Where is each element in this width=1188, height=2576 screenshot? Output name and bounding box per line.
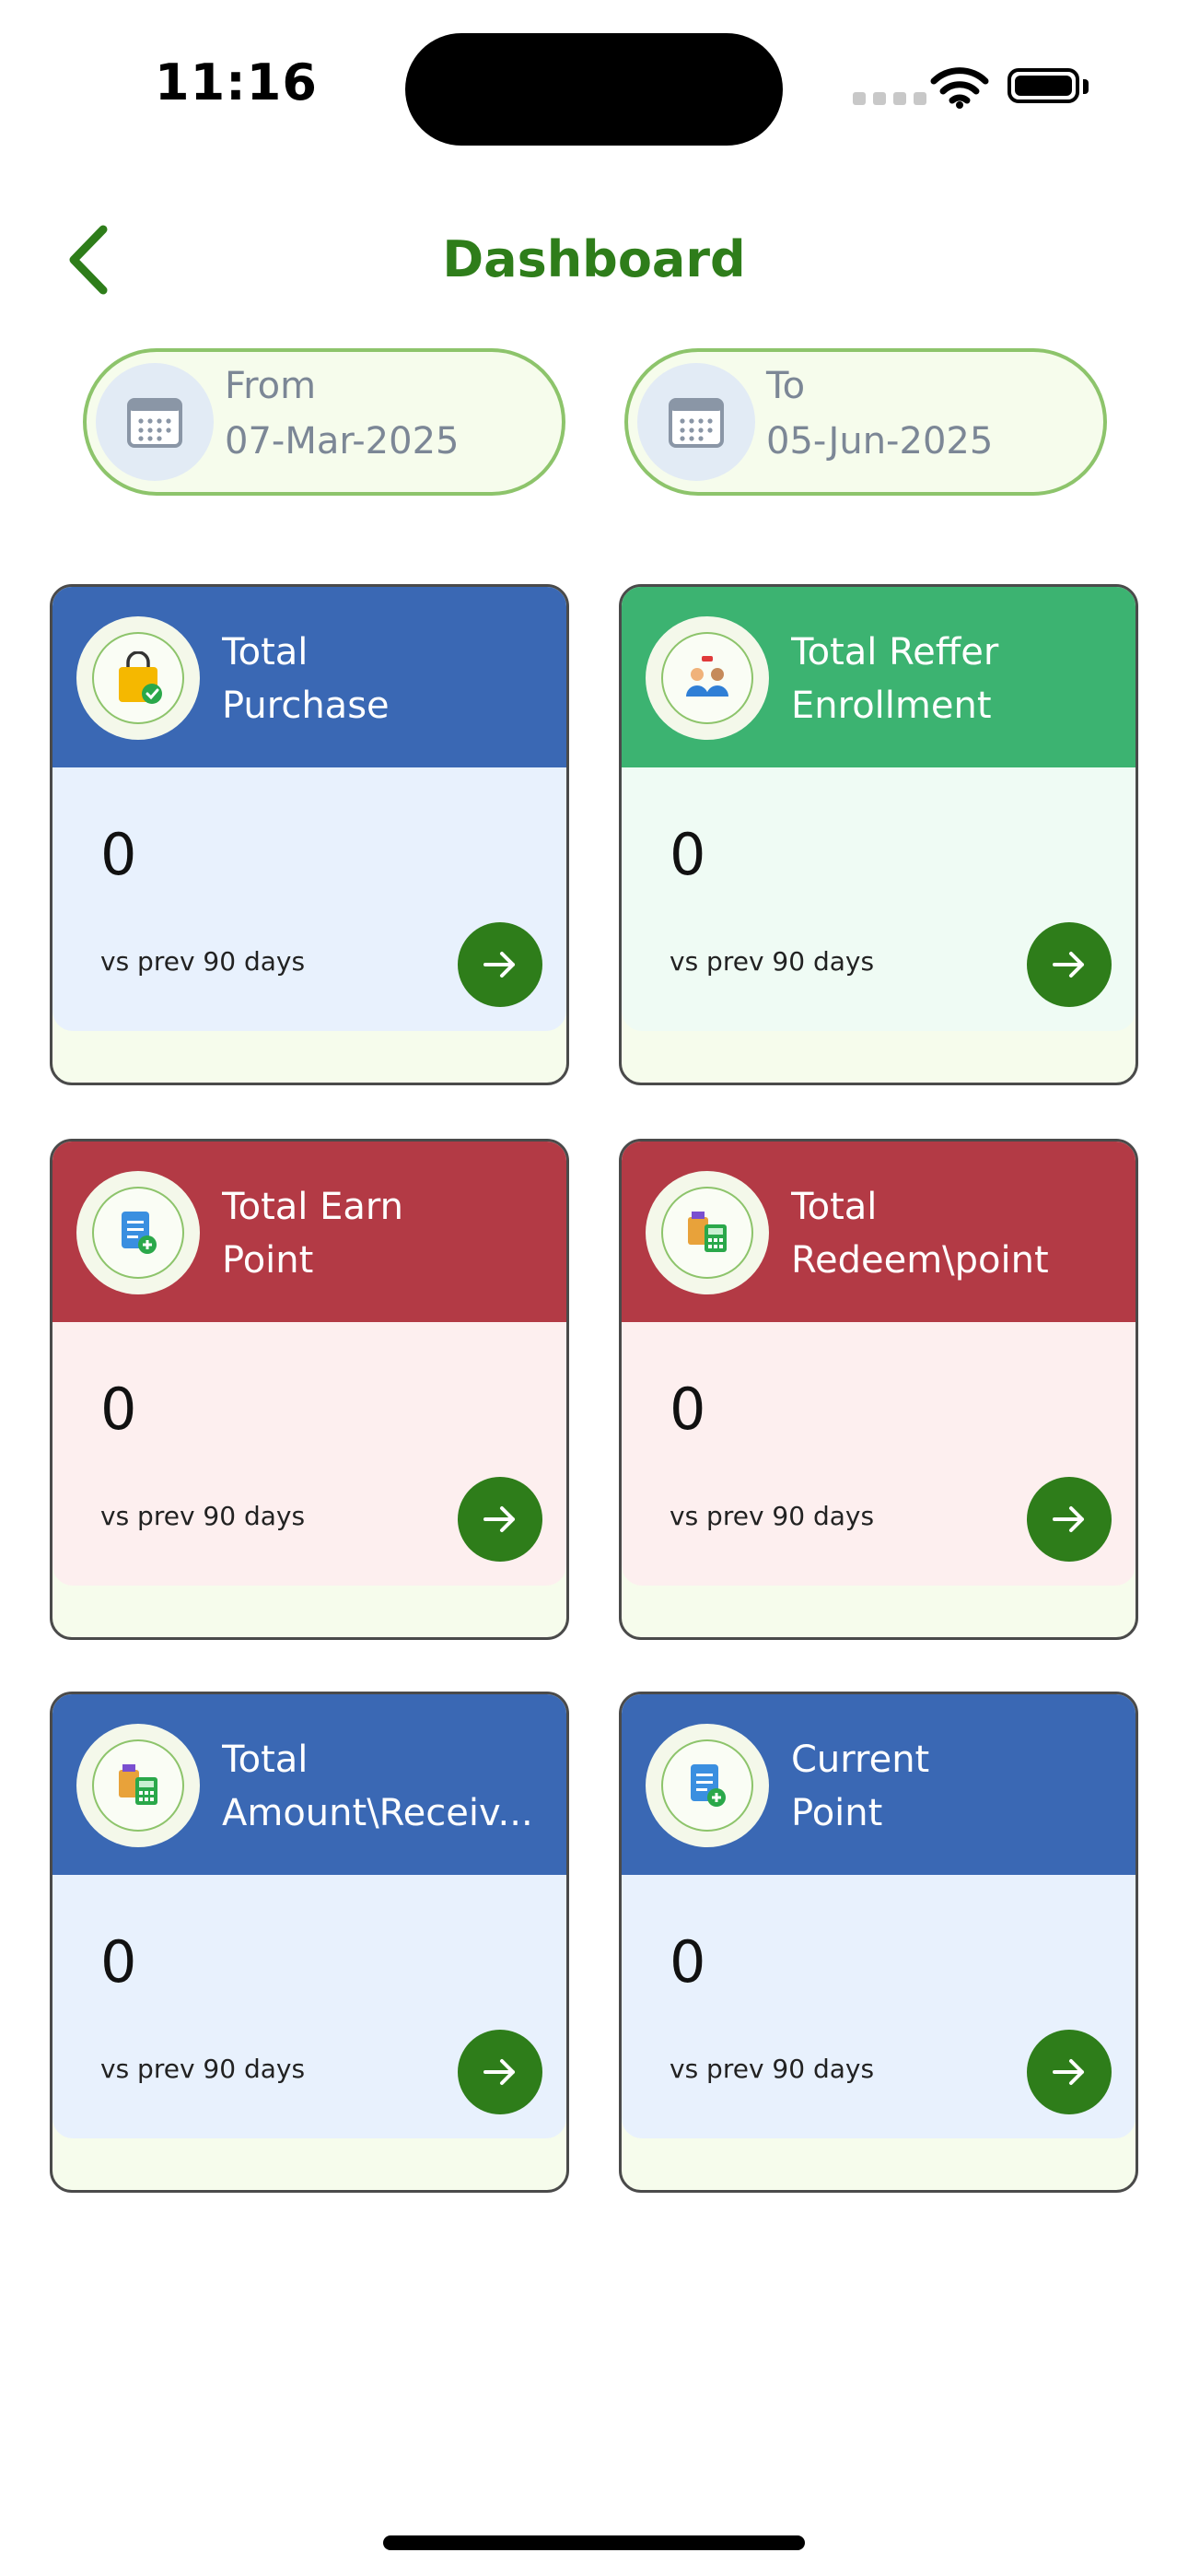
card-total-amount-received[interactable]: Total Amount\Receiv... 0 vs prev 90 days bbox=[50, 1692, 569, 2193]
from-date-picker[interactable]: From 07-Mar-2025 bbox=[83, 348, 565, 496]
to-date-label: To bbox=[766, 365, 806, 407]
card-title: Current Point bbox=[791, 1739, 930, 1834]
amount-calculator-icon bbox=[119, 1764, 157, 1805]
status-time: 11:16 bbox=[155, 53, 318, 111]
card-total-earn-point[interactable]: Total Earn Point 0 vs prev 90 days bbox=[50, 1139, 569, 1640]
card-title: Total Reffer Enrollment bbox=[791, 631, 999, 727]
cellular-signal-icon bbox=[853, 92, 926, 105]
card-title: Total Amount\Receiv... bbox=[222, 1739, 533, 1834]
card-title: Total Purchase bbox=[222, 631, 390, 727]
card-icon-badge bbox=[646, 1724, 769, 1847]
card-subtitle: vs prev 90 days bbox=[100, 2054, 306, 2084]
card-total-purchase[interactable]: Total Purchase 0 vs prev 90 days bbox=[50, 584, 569, 1085]
card-subtitle: vs prev 90 days bbox=[670, 946, 875, 977]
card-body: 0 vs prev 90 days bbox=[622, 1875, 1136, 2138]
card-total-redeem-point[interactable]: Total Redeem\point 0 vs prev 90 days bbox=[619, 1139, 1138, 1640]
battery-tip bbox=[1083, 79, 1089, 94]
card-title: Total Redeem\point bbox=[791, 1186, 1049, 1282]
card-icon-badge bbox=[76, 1171, 200, 1294]
arrow-right-icon bbox=[1053, 952, 1084, 978]
card-open-button[interactable] bbox=[1027, 1477, 1112, 1562]
card-body: 0 vs prev 90 days bbox=[52, 1875, 566, 2138]
card-subtitle: vs prev 90 days bbox=[670, 2054, 875, 2084]
card-value: 0 bbox=[100, 1928, 137, 1996]
card-body: 0 vs prev 90 days bbox=[622, 1322, 1136, 1586]
card-subtitle: vs prev 90 days bbox=[100, 946, 306, 977]
card-open-button[interactable] bbox=[458, 1477, 542, 1562]
home-indicator bbox=[383, 2535, 805, 2550]
arrow-right-icon bbox=[1053, 1506, 1084, 1532]
calendar-icon bbox=[637, 363, 755, 481]
card-subtitle: vs prev 90 days bbox=[670, 1501, 875, 1531]
card-header: Total Redeem\point bbox=[622, 1142, 1136, 1322]
card-open-button[interactable] bbox=[458, 2030, 542, 2114]
card-icon-badge bbox=[646, 616, 769, 740]
card-header: Current Point bbox=[622, 1694, 1136, 1875]
battery-icon bbox=[1007, 68, 1079, 103]
card-value: 0 bbox=[670, 1376, 706, 1443]
card-header: Total Purchase bbox=[52, 587, 566, 767]
card-icon-badge bbox=[76, 1724, 200, 1847]
arrow-right-icon bbox=[483, 1506, 515, 1532]
arrow-right-icon bbox=[1053, 2059, 1084, 2085]
card-value: 0 bbox=[670, 1928, 706, 1996]
calendar-icon bbox=[96, 363, 214, 481]
card-open-button[interactable] bbox=[1027, 2030, 1112, 2114]
card-header: Total Reffer Enrollment bbox=[622, 587, 1136, 767]
card-body: 0 vs prev 90 days bbox=[52, 1322, 566, 1586]
shopping-bag-icon bbox=[119, 651, 162, 704]
card-icon-badge bbox=[76, 616, 200, 740]
card-open-button[interactable] bbox=[458, 922, 542, 1007]
dashboard-screen: 11:16 Dashboard From 07-Mar-2025 To 05-J… bbox=[0, 0, 1188, 2576]
card-subtitle: vs prev 90 days bbox=[100, 1501, 306, 1531]
card-icon-badge bbox=[646, 1171, 769, 1294]
from-date-value: 07-Mar-2025 bbox=[225, 420, 460, 463]
to-date-picker[interactable]: To 05-Jun-2025 bbox=[624, 348, 1107, 496]
card-header: Total Earn Point bbox=[52, 1142, 566, 1322]
to-date-value: 05-Jun-2025 bbox=[766, 420, 994, 463]
from-date-label: From bbox=[225, 365, 317, 407]
card-value: 0 bbox=[100, 1376, 137, 1443]
card-open-button[interactable] bbox=[1027, 922, 1112, 1007]
wifi-icon bbox=[930, 67, 989, 109]
card-total-reffer-enrollment[interactable]: Total Reffer Enrollment 0 vs prev 90 day… bbox=[619, 584, 1138, 1085]
card-body: 0 vs prev 90 days bbox=[52, 767, 566, 1031]
card-body: 0 vs prev 90 days bbox=[622, 767, 1136, 1031]
arrow-right-icon bbox=[483, 952, 515, 978]
card-header: Total Amount\Receiv... bbox=[52, 1694, 566, 1875]
page-title: Dashboard bbox=[442, 230, 746, 288]
card-current-point[interactable]: Current Point 0 vs prev 90 days bbox=[619, 1692, 1138, 2193]
document-coin-icon bbox=[691, 1764, 726, 1807]
document-coin-icon bbox=[122, 1212, 157, 1254]
card-value: 0 bbox=[100, 821, 137, 888]
card-value: 0 bbox=[670, 821, 706, 888]
arrow-right-icon bbox=[483, 2059, 515, 2085]
dynamic-island bbox=[405, 33, 783, 146]
card-title: Total Earn Point bbox=[222, 1186, 404, 1282]
redeem-calculator-icon bbox=[688, 1212, 727, 1252]
referral-users-icon bbox=[686, 656, 728, 697]
